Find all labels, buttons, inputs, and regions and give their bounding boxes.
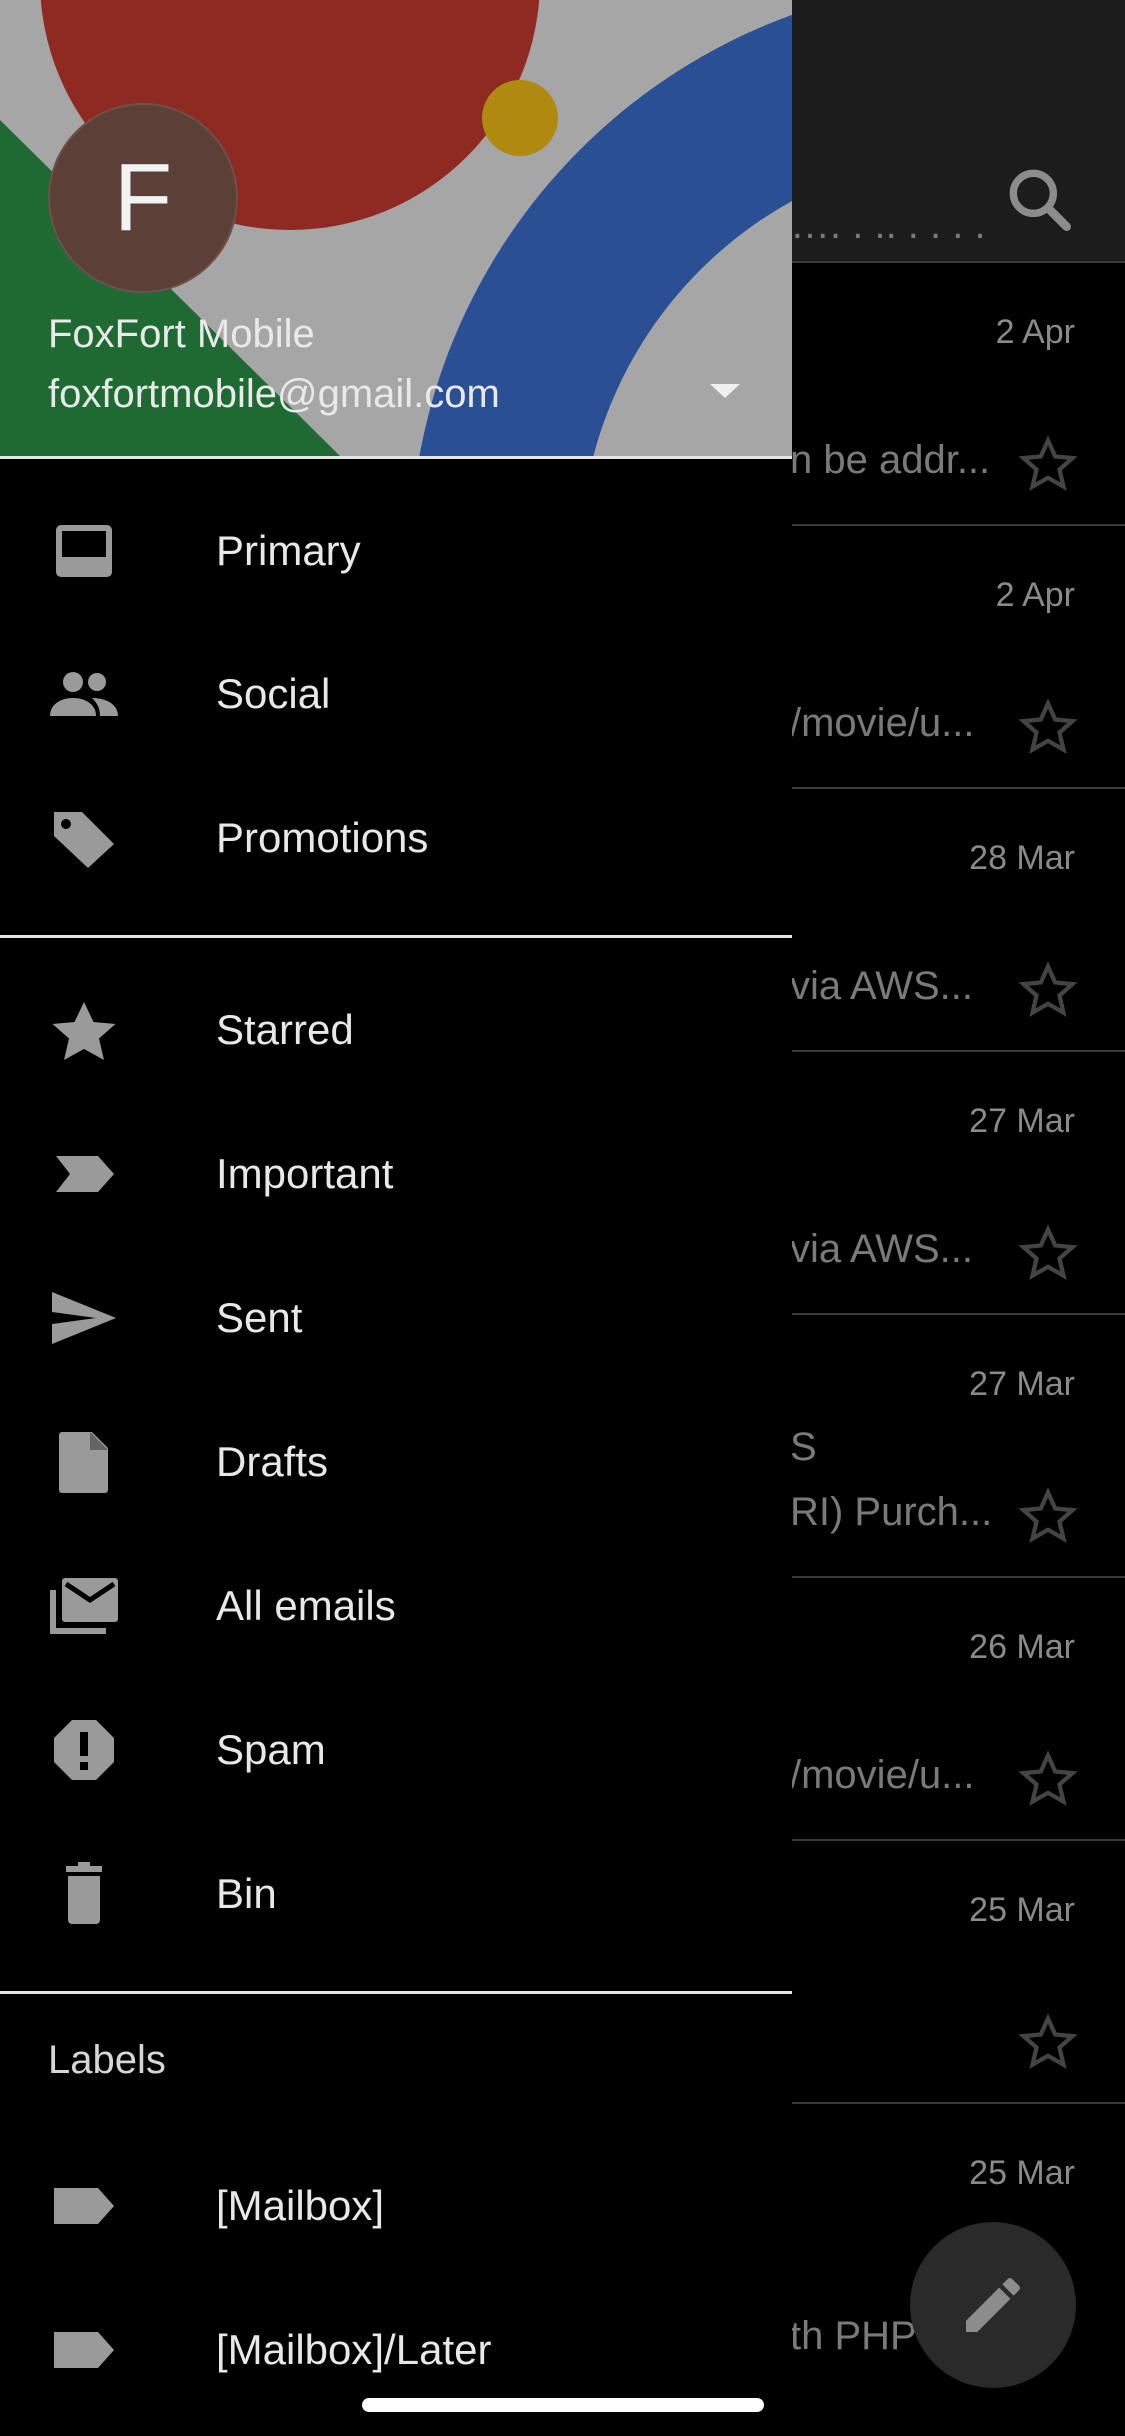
all-mail-icon (46, 1574, 122, 1638)
pencil-icon (966, 2277, 1020, 2332)
email-snippet: RI) Purch... (790, 1490, 993, 1534)
email-snippet: via AWS... (790, 1227, 974, 1271)
compose-button[interactable] (910, 2222, 1076, 2388)
section-divider (0, 1991, 792, 1994)
nav-item-sent[interactable]: Sent (0, 1246, 792, 1390)
email-date: 25 Mar (969, 2154, 1075, 2192)
nav-item-label: Important (216, 1150, 394, 1197)
avatar-letter: F (113, 144, 173, 251)
email-snippet: th PHP (790, 2314, 917, 2358)
email-snippet: …. . .. . . . . (790, 203, 986, 247)
nav-item-all-emails[interactable]: All emails (0, 1534, 792, 1678)
tag-icon (46, 806, 122, 870)
nav-item-promotions[interactable]: Promotions (0, 766, 792, 910)
nav-item-starred[interactable]: Starred (0, 958, 792, 1102)
email-sender: S (790, 1425, 817, 1469)
email-snippet: via AWS... (790, 964, 974, 1008)
account-email: foxfortmobile@gmail.com (48, 372, 500, 416)
nav-item-bin[interactable]: Bin (0, 1822, 792, 1966)
email-date: 26 Mar (969, 1628, 1075, 1666)
nav-item-label: Sent (216, 1294, 303, 1341)
email-date: 27 Mar (969, 1102, 1075, 1140)
star-icon (46, 998, 122, 1062)
nav-item-spam[interactable]: Spam (0, 1678, 792, 1822)
arrow-drop-down-icon (710, 384, 740, 398)
email-date: 27 Mar (969, 1365, 1075, 1403)
nav-item-label: Primary (216, 527, 361, 574)
email-snippet: /movie/u... (790, 1753, 975, 1797)
account-name: FoxFort Mobile (48, 312, 315, 356)
star-icon[interactable] (1016, 1222, 1080, 1286)
nav-item-label: Spam (216, 1726, 326, 1773)
important-icon (46, 1142, 122, 1206)
header-divider (0, 456, 792, 459)
label-icon (46, 2318, 122, 2382)
star-icon[interactable] (1016, 1485, 1080, 1549)
star-icon[interactable] (1016, 2011, 1080, 2075)
email-date: 25 Mar (969, 1891, 1075, 1929)
nav-item-primary[interactable]: Primary (0, 479, 792, 623)
email-snippet: /movie/u... (790, 701, 975, 745)
account-switcher-toggle[interactable] (700, 370, 750, 410)
nav-item-label: Drafts (216, 1438, 329, 1485)
email-date: 2 Apr (995, 313, 1075, 351)
section-divider (0, 935, 792, 938)
send-icon (46, 1286, 122, 1350)
navigation-drawer: F FoxFort Mobile foxfortmobile@gmail.com… (0, 0, 792, 2436)
account-header[interactable]: F FoxFort Mobile foxfortmobile@gmail.com (0, 0, 792, 456)
people-icon (46, 662, 122, 726)
email-snippet: n be addr... (790, 438, 991, 482)
trash-icon (46, 1862, 122, 1926)
nav-item-important[interactable]: Important (0, 1102, 792, 1246)
nav-item-label: Promotions (216, 814, 429, 861)
email-date: 28 Mar (969, 839, 1075, 877)
star-icon[interactable] (1016, 696, 1080, 760)
label-icon (46, 2174, 122, 2238)
star-icon[interactable] (1016, 959, 1080, 1023)
nav-item-label: Starred (216, 1006, 354, 1053)
email-date: 2 Apr (995, 576, 1075, 614)
nav-item-label: Social (216, 670, 331, 717)
labels-section-header: Labels (48, 2038, 166, 2082)
star-icon[interactable] (1016, 433, 1080, 497)
avatar[interactable]: F (48, 103, 238, 293)
inbox-icon (46, 519, 122, 583)
nav-item-label-mailbox[interactable]: [Mailbox] (0, 2134, 792, 2278)
nav-item-label: [Mailbox]/Later (216, 2326, 492, 2373)
star-icon[interactable] (1016, 1748, 1080, 1812)
nav-item-label: All emails (216, 1582, 396, 1629)
draft-icon (46, 1430, 122, 1494)
nav-item-label: [Mailbox] (216, 2182, 385, 2229)
screen: …. . .. . . . . 2 Apr n be addr... 2 Apr… (0, 0, 1125, 2436)
nav-item-label: Bin (216, 1870, 277, 1917)
nav-item-social[interactable]: Social (0, 622, 792, 766)
nav-item-drafts[interactable]: Drafts (0, 1390, 792, 1534)
spam-icon (46, 1718, 122, 1782)
home-indicator[interactable] (362, 2398, 764, 2412)
